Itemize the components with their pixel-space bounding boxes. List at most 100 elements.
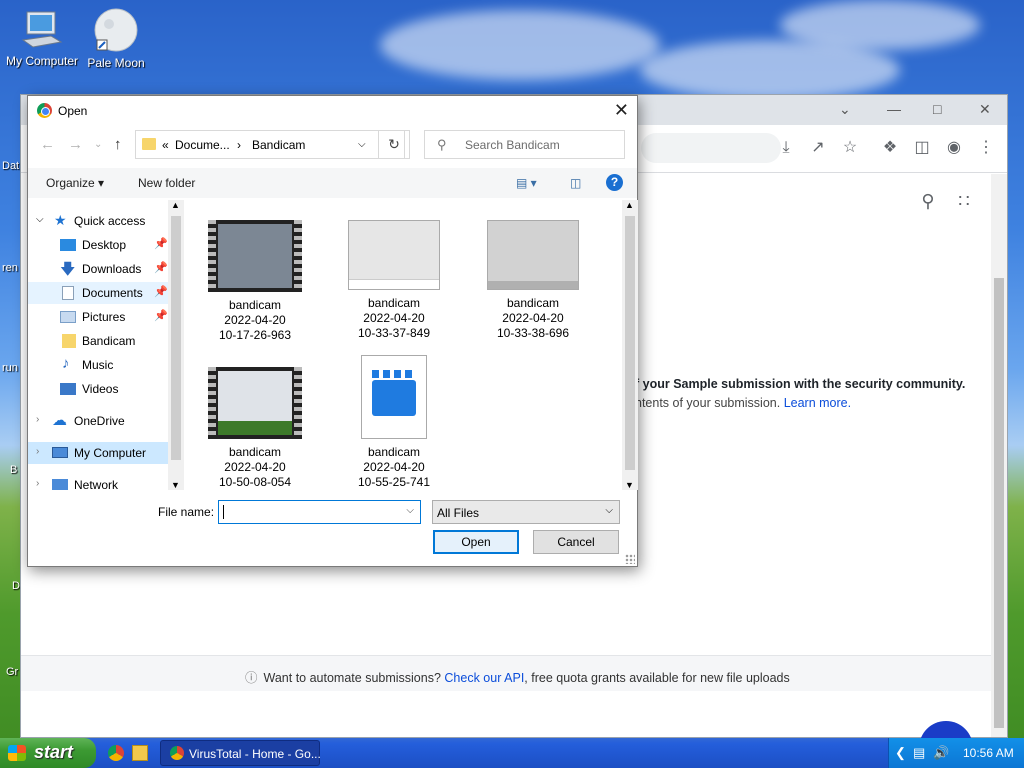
nav-label: OneDrive bbox=[74, 414, 125, 428]
nav-item-my-computer[interactable]: › My Computer bbox=[28, 442, 168, 464]
breadcrumb[interactable]: « Docume... › Bandicam ⌵ bbox=[135, 130, 405, 159]
video-thumbnail-icon bbox=[208, 220, 302, 292]
organize-button[interactable]: Organize ▾ bbox=[46, 176, 104, 190]
file-time: 10-17-26-963 bbox=[218, 328, 292, 342]
new-folder-button[interactable]: New folder bbox=[138, 176, 195, 190]
nav-item-downloads[interactable]: 🡇 Downloads 📌 bbox=[28, 258, 168, 280]
browser-scrollbar[interactable] bbox=[991, 174, 1007, 737]
refresh-icon: ↻ bbox=[388, 136, 400, 152]
breadcrumb-parent[interactable]: Docume... bbox=[175, 138, 230, 152]
file-item[interactable]: bandicam 2022-04-20 10-55-25-741 bbox=[334, 355, 454, 490]
chevron-down-icon[interactable]: ⌵ bbox=[605, 505, 613, 516]
change-view-icon[interactable]: ▤ ▾ bbox=[516, 176, 537, 190]
file-name: bandicam bbox=[367, 296, 421, 310]
desktop-icon-my-computer[interactable]: My Computer bbox=[0, 10, 84, 68]
side-panel-icon[interactable]: ◫ bbox=[913, 139, 931, 157]
nav-item-onedrive[interactable]: › ☁ OneDrive bbox=[28, 410, 168, 432]
chevron-down-icon[interactable]: ⌵ bbox=[358, 139, 366, 150]
dialog-title: Open bbox=[58, 104, 88, 118]
nav-item-desktop[interactable]: Desktop 📌 bbox=[28, 234, 168, 256]
taskbar-item-virustotal[interactable]: VirusTotal - Home - Go... bbox=[160, 740, 321, 766]
expand-icon[interactable]: › bbox=[36, 414, 39, 425]
scrollbar-thumb[interactable] bbox=[994, 278, 1004, 728]
nav-pane-scrollbar[interactable]: ▲ ▼ bbox=[168, 200, 184, 490]
cancel-button[interactable]: Cancel bbox=[533, 530, 619, 554]
system-tray: ❮ ▤ 🔊 10:56 AM bbox=[888, 738, 1024, 768]
file-time: 10-50-08-054 bbox=[218, 475, 292, 489]
preview-pane-icon[interactable]: ◫ bbox=[570, 176, 581, 190]
desktop-icon-pale-moon[interactable]: Pale Moon bbox=[74, 8, 158, 70]
file-list-scrollbar[interactable]: ▲ ▼ bbox=[622, 200, 638, 490]
clock[interactable]: 10:56 AM bbox=[963, 746, 1014, 760]
desktop-icon-label: Pale Moon bbox=[87, 56, 145, 70]
back-icon[interactable]: ← bbox=[40, 136, 55, 153]
profile-icon[interactable]: ◉ bbox=[945, 139, 963, 157]
search-icon[interactable]: ⚲ bbox=[919, 192, 937, 210]
pale-moon-icon bbox=[93, 8, 139, 52]
nav-item-documents[interactable]: Documents 📌 bbox=[28, 282, 168, 304]
video-icon bbox=[60, 383, 76, 395]
bookmark-star-icon[interactable]: ☆ bbox=[841, 139, 859, 157]
file-item[interactable]: bandicam 2022-04-20 10-17-26-963 bbox=[195, 220, 315, 343]
recent-locations-icon[interactable]: ⌄ bbox=[94, 139, 102, 150]
learn-more-link[interactable]: Learn more. bbox=[784, 396, 851, 410]
file-item[interactable]: bandicam 2022-04-20 10-33-37-849 bbox=[334, 220, 454, 341]
expand-icon[interactable]: › bbox=[36, 446, 39, 457]
breadcrumb-separator: › bbox=[237, 138, 241, 152]
scroll-up-icon[interactable]: ▲ bbox=[171, 200, 180, 210]
share-icon[interactable]: ↗ bbox=[809, 139, 827, 157]
tray-expand-icon[interactable]: ❮ bbox=[895, 745, 906, 761]
expand-icon[interactable]: ⌵ bbox=[36, 214, 44, 225]
file-type-select[interactable]: All Files ⌵ bbox=[432, 500, 620, 524]
scrollbar-thumb[interactable] bbox=[625, 216, 635, 470]
address-bar[interactable] bbox=[641, 133, 781, 163]
resize-grip[interactable] bbox=[625, 554, 635, 564]
chrome-quicklaunch-icon[interactable] bbox=[108, 745, 124, 761]
expand-icon[interactable]: › bbox=[36, 478, 39, 489]
network-tray-icon[interactable]: ▤ bbox=[913, 745, 925, 761]
file-name-field[interactable]: ⌵ bbox=[218, 500, 421, 524]
forward-icon[interactable]: → bbox=[68, 136, 83, 153]
nav-label: My Computer bbox=[74, 446, 147, 460]
help-icon[interactable]: ? bbox=[606, 174, 623, 191]
file-time: 10-33-38-696 bbox=[496, 326, 570, 340]
close-icon[interactable]: ✕ bbox=[979, 101, 991, 118]
install-icon[interactable]: ⤓ bbox=[777, 139, 795, 157]
nav-item-network[interactable]: › Network bbox=[28, 474, 168, 490]
scroll-up-icon[interactable]: ▲ bbox=[625, 200, 634, 210]
nav-item-videos[interactable]: Videos bbox=[28, 378, 168, 400]
computer-icon bbox=[21, 10, 63, 50]
nav-item-music[interactable]: ♪ Music bbox=[28, 354, 168, 376]
up-icon[interactable]: ↑ bbox=[114, 136, 122, 153]
start-button[interactable]: start bbox=[0, 738, 96, 768]
scroll-down-icon[interactable]: ▼ bbox=[171, 480, 180, 490]
nav-label: Downloads bbox=[82, 262, 142, 276]
volume-icon[interactable]: 🔊 bbox=[933, 745, 949, 761]
check-api-link[interactable]: Check our API bbox=[444, 671, 524, 685]
extensions-icon[interactable]: ❖ bbox=[881, 139, 899, 157]
nav-item-quick-access[interactable]: ⌵ ★ Quick access bbox=[28, 210, 168, 232]
text-caret bbox=[223, 505, 224, 519]
menu-icon[interactable]: ⋮ bbox=[977, 139, 995, 157]
nav-item-pictures[interactable]: Pictures 📌 bbox=[28, 306, 168, 328]
breadcrumb-overflow[interactable]: « bbox=[162, 138, 169, 152]
explorer-quicklaunch-icon[interactable] bbox=[132, 745, 148, 761]
tab-search-icon[interactable]: ⌄ bbox=[839, 101, 851, 118]
open-button[interactable]: Open bbox=[433, 530, 519, 554]
file-name-label: File name: bbox=[158, 505, 215, 519]
close-icon[interactable]: ✕ bbox=[614, 100, 629, 121]
refresh-button[interactable]: ↻ bbox=[378, 130, 410, 159]
desktop-fragment: B bbox=[10, 464, 18, 476]
minimize-icon[interactable]: — bbox=[887, 101, 901, 117]
search-field[interactable]: ⚲ Search Bandicam bbox=[424, 130, 625, 159]
nav-item-bandicam[interactable]: Bandicam bbox=[28, 330, 168, 352]
breadcrumb-current[interactable]: Bandicam bbox=[252, 138, 305, 152]
file-item[interactable]: bandicam 2022-04-20 10-33-38-696 bbox=[473, 220, 593, 341]
maximize-icon[interactable]: □ bbox=[933, 101, 941, 117]
chevron-down-icon[interactable]: ⌵ bbox=[406, 505, 414, 516]
scroll-down-icon[interactable]: ▼ bbox=[625, 480, 634, 490]
search-input[interactable]: Search Bandicam bbox=[465, 138, 560, 152]
apps-grid-icon[interactable]: ∷ bbox=[955, 192, 973, 210]
scrollbar-thumb[interactable] bbox=[171, 216, 181, 460]
file-item[interactable]: bandicam 2022-04-20 10-50-08-054 bbox=[195, 367, 315, 490]
